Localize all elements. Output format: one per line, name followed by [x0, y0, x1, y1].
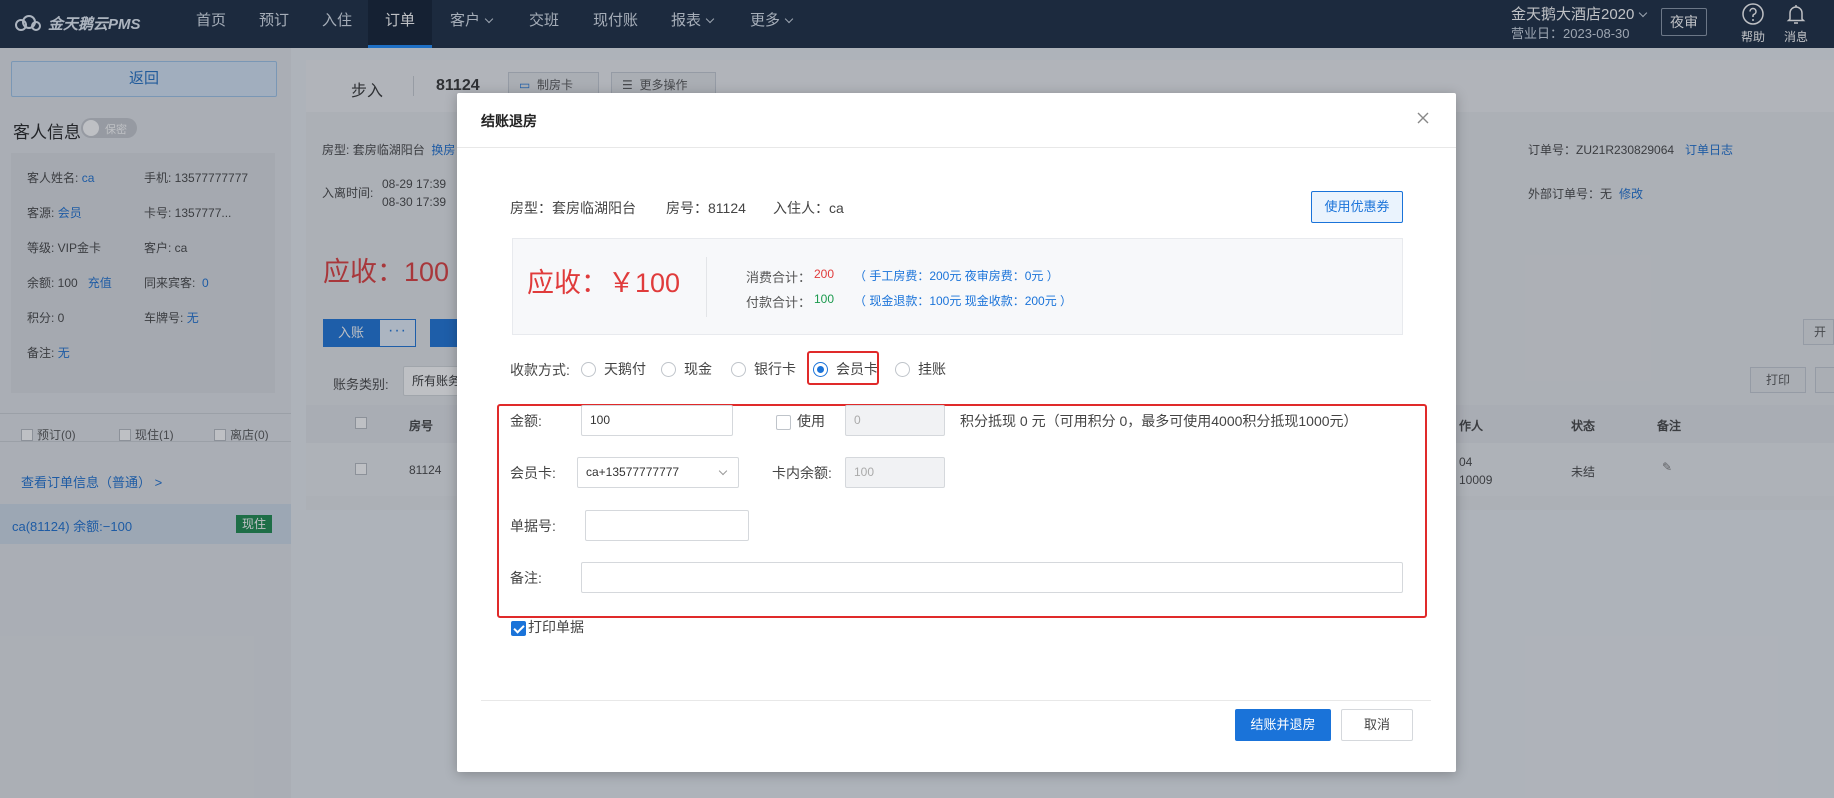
radio-button[interactable]: [581, 361, 596, 377]
use-points-label: 使用: [797, 413, 825, 429]
use-coupon-button[interactable]: 使用优惠券: [1311, 191, 1403, 223]
amount-due: 应收：￥100: [527, 268, 681, 298]
divider: [706, 257, 707, 317]
member-card-value: ca+13577777777: [586, 465, 680, 479]
close-icon[interactable]: [1415, 110, 1431, 126]
paid-total-value: 100: [814, 292, 835, 306]
radio-button[interactable]: [661, 361, 676, 377]
card-balance-input[interactable]: 100: [845, 457, 945, 488]
cancel-button[interactable]: 取消: [1341, 709, 1413, 741]
consume-total-value: 200: [814, 267, 835, 281]
consume-total-label: 消费合计：: [746, 270, 812, 285]
amount-label: 金额:: [510, 413, 542, 429]
pay-method-swanpay[interactable]: 天鹅付: [581, 359, 646, 379]
print-receipt-label: 打印单据: [528, 619, 584, 635]
checkbox[interactable]: [776, 414, 791, 430]
divider: [457, 147, 1456, 148]
radio-button[interactable]: [731, 361, 746, 377]
points-hint: 积分抵现 0 元（可用积分 0，最多可使用4000积分抵现1000元）: [960, 413, 1358, 429]
pay-method-bankcard[interactable]: 银行卡: [731, 359, 796, 379]
member-card-label: 会员卡:: [510, 465, 556, 481]
dialog-room-type: 房型：套房临湖阳台: [510, 200, 636, 216]
remark-input[interactable]: [581, 562, 1403, 593]
dialog-guest: 入住人：ca: [773, 200, 844, 216]
radio-button[interactable]: [895, 361, 910, 377]
pay-method-credit[interactable]: 挂账: [895, 359, 946, 379]
amount-input[interactable]: 100: [581, 405, 733, 436]
dialog-title: 结账退房: [481, 113, 537, 129]
pay-method-credit-label: 挂账: [918, 361, 946, 377]
pay-method-swanpay-label: 天鹅付: [604, 361, 646, 377]
payment-summary: 应收：￥100 消费合计： 200 （ 手工房费：200元 夜审房费：0元 ） …: [512, 238, 1403, 335]
consume-detail: （ 手工房费：200元 夜审房费：0元 ）: [854, 269, 1059, 283]
use-points-checkbox[interactable]: 使用: [776, 411, 825, 431]
print-receipt-checkbox[interactable]: 打印单据: [511, 617, 584, 637]
checkout-confirm-button[interactable]: 结账并退房: [1235, 709, 1331, 741]
points-input[interactable]: 0: [845, 405, 945, 436]
pay-method-bankcard-label: 银行卡: [754, 361, 796, 377]
receipt-no-input[interactable]: [585, 510, 749, 541]
receipt-no-label: 单据号:: [510, 518, 556, 534]
member-card-select[interactable]: ca+13577777777: [577, 457, 739, 488]
paid-total-label: 付款合计：: [746, 295, 812, 310]
checkbox-checked[interactable]: [511, 620, 526, 636]
chevron-down-icon: [718, 466, 728, 476]
divider: [481, 700, 1431, 701]
card-balance-label: 卡内余额:: [772, 465, 832, 481]
dialog-room-no: 房号：81124: [666, 200, 746, 216]
checkout-dialog: 结账退房 房型：套房临湖阳台 房号：81124 入住人：ca 使用优惠券 应收：…: [457, 93, 1456, 772]
paid-detail: （ 现金退款：100元 现金收款：200元 ）: [854, 294, 1073, 308]
remark-label: 备注:: [510, 570, 542, 586]
membercard-highlight: [807, 351, 879, 385]
pay-method-label: 收款方式:: [510, 362, 570, 378]
pay-method-cash-label: 现金: [684, 361, 712, 377]
pay-method-cash[interactable]: 现金: [661, 359, 712, 379]
